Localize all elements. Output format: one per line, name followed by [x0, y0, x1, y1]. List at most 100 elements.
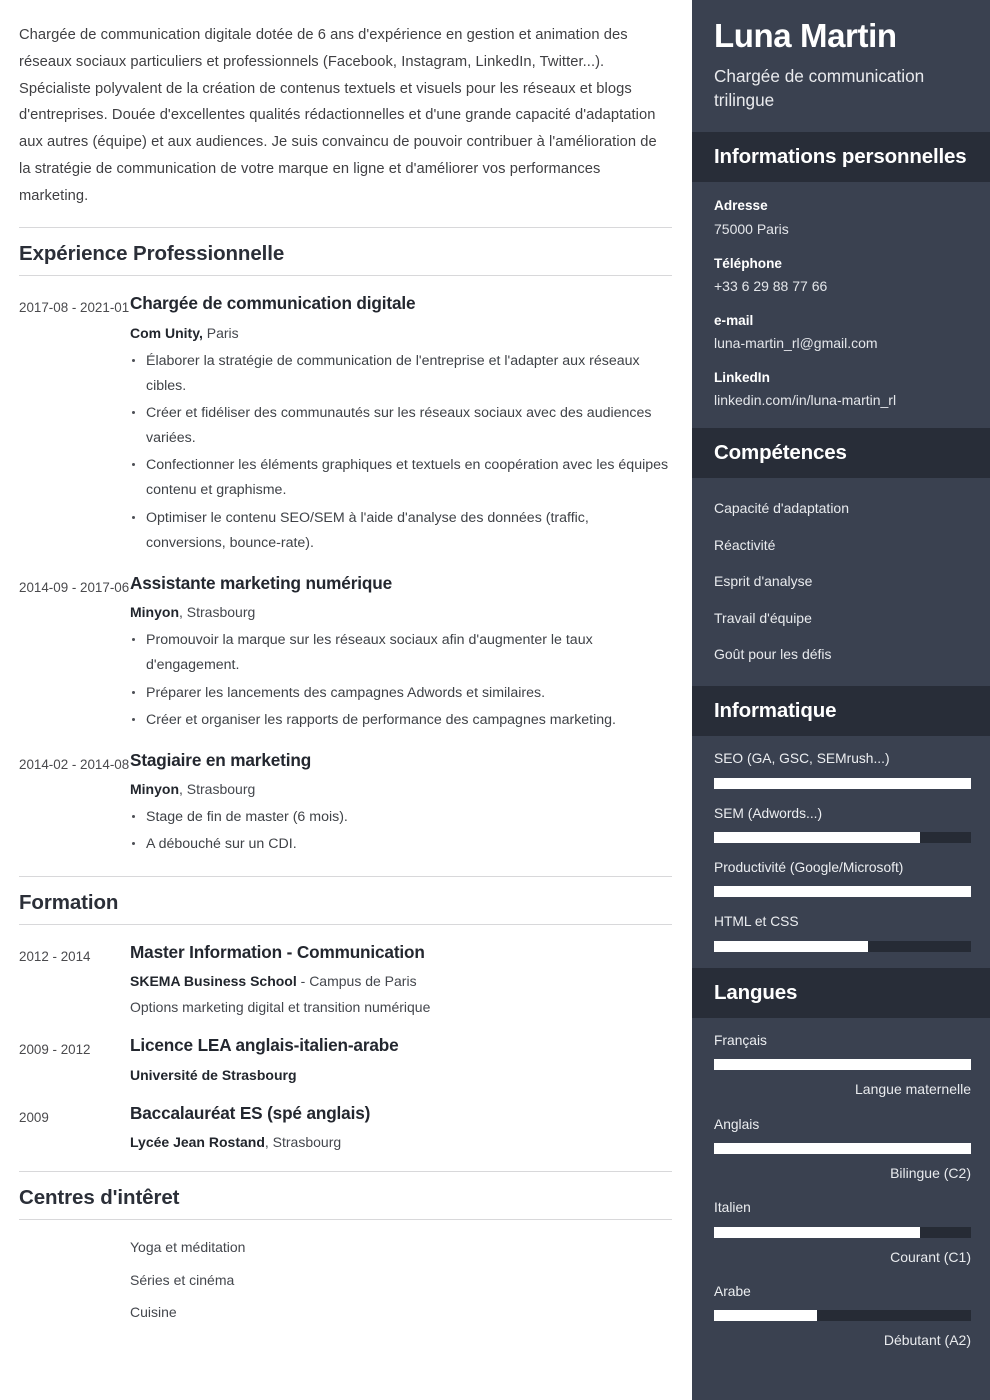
- entry-body: Baccalauréat ES (spé anglais) Lycée Jean…: [130, 1103, 672, 1154]
- formation-section: Formation 2012 - 2014 Master Information…: [19, 875, 672, 1154]
- language-item: Français Langue maternelle: [714, 1030, 971, 1100]
- interest-item: Yoga et méditation: [19, 1236, 672, 1258]
- candidate-job-title: Chargée de communication trilingue: [714, 65, 925, 110]
- entry-school: Université de Strasbourg: [130, 1065, 672, 1086]
- language-bar-track: [714, 1142, 971, 1154]
- formation-entry: 2009 Baccalauréat ES (spé anglais) Lycée…: [19, 1103, 672, 1154]
- language-bar-fill: [714, 1310, 817, 1322]
- language-item: Anglais Bilingue (C2): [714, 1114, 971, 1184]
- language-bar-track: [714, 1059, 971, 1071]
- entry-school-name: Lycée Jean Rostand: [130, 1134, 265, 1151]
- entry-organization-location: , Strasbourg: [179, 604, 256, 621]
- contact-value[interactable]: luna-martin_rl@gmail.com: [714, 332, 970, 355]
- formation-entry: 2009 - 2012 Licence LEA anglais-italien-…: [19, 1035, 672, 1086]
- entry-date: 2014-02 - 2014-08: [19, 756, 130, 772]
- experience-section: Expérience Professionnelle 2017-08 - 202…: [19, 227, 672, 857]
- entry-organization: Minyon, Strasbourg: [130, 779, 672, 800]
- sidebar: Luna Martin Chargée de communication tri…: [692, 0, 990, 1400]
- it-skill-item: SEM (Adwords...): [714, 803, 971, 844]
- entry-bullet-list: Promouvoir la marque sur les réseaux soc…: [130, 628, 672, 733]
- entry-bullet: Élaborer la stratégie de communication d…: [130, 349, 672, 399]
- languages-title: Langues: [692, 967, 990, 1018]
- interest-spacer: [19, 1236, 130, 1258]
- formation-section-title: Formation: [19, 875, 672, 925]
- skill-item: Capacité d'adaptation: [714, 500, 849, 517]
- it-skill-item: SEO (GA, GSC, SEMrush...): [714, 748, 971, 789]
- entry-bullet-list: Élaborer la stratégie de communication d…: [130, 349, 672, 556]
- it-skill-bar-fill: [714, 886, 971, 898]
- it-skill-label: SEO (GA, GSC, SEMrush...): [714, 751, 890, 767]
- language-level-caption: Débutant (A2): [883, 1332, 971, 1349]
- experience-entry: 2014-02 - 2014-08 Stagiaire en marketing…: [19, 750, 672, 858]
- it-skill-bar-track: [714, 886, 971, 898]
- it-skill-label: SEM (Adwords...): [714, 805, 823, 821]
- entry-degree: Licence LEA anglais-italien-arabe: [130, 1035, 399, 1056]
- it-skill-label: HTML et CSS: [714, 914, 799, 930]
- it-skills-title: Informatique: [692, 686, 990, 737]
- entry-body: Master Information - Communication SKEMA…: [130, 942, 672, 1019]
- language-bar-fill: [714, 1059, 971, 1071]
- entry-bullet-list: Stage de fin de master (6 mois). A débou…: [130, 805, 672, 857]
- language-bar-track: [714, 1226, 971, 1238]
- experience-section-title: Expérience Professionnelle: [19, 227, 672, 277]
- interests-section: Centres d'intêret Yoga et méditation Sér…: [19, 1171, 672, 1323]
- language-label: Anglais: [714, 1116, 760, 1132]
- profile-summary: Chargée de communication digitale dotée …: [19, 27, 657, 204]
- entry-bullet: Promouvoir la marque sur les réseaux soc…: [130, 628, 672, 678]
- interest-spacer: [19, 1269, 130, 1291]
- language-item: Italien Courant (C1): [714, 1197, 971, 1267]
- entry-degree: Master Information - Communication: [130, 941, 425, 962]
- interest-label: Cuisine: [130, 1304, 177, 1321]
- contact-item-phone: Téléphone +33 6 29 88 77 66: [714, 252, 970, 298]
- entry-date: 2012 - 2014: [19, 948, 91, 964]
- entry-organization-location: , Strasbourg: [179, 781, 256, 798]
- entry-bullet: Optimiser le contenu SEO/SEM à l'aide d'…: [130, 506, 672, 556]
- entry-date: 2009: [19, 1109, 49, 1125]
- entry-options: Options marketing digital et transition …: [130, 999, 431, 1015]
- contact-value[interactable]: linkedin.com/in/luna-martin_rl: [714, 389, 970, 412]
- entry-organization-name: Minyon: [130, 604, 179, 621]
- contact-value[interactable]: +33 6 29 88 77 66: [714, 275, 970, 298]
- personal-info-title: Informations personnelles: [692, 132, 990, 183]
- entry-school-campus: - Campus de Paris: [296, 973, 417, 989]
- experience-entry: 2014-09 - 2017-06 Assistante marketing n…: [19, 573, 672, 733]
- entry-date: 2014-09 - 2017-06: [19, 579, 130, 595]
- entry-school: SKEMA Business School - Campus de Paris: [130, 971, 672, 992]
- entry-body: Assistante marketing numérique Minyon, S…: [130, 573, 672, 733]
- interest-label: Yoga et méditation: [130, 1239, 246, 1256]
- it-skills-body: SEO (GA, GSC, SEMrush...) SEM (Adwords..…: [692, 736, 990, 968]
- contact-item-linkedin: LinkedIn linkedin.com/in/luna-martin_rl: [714, 366, 970, 412]
- it-skill-bar-track: [714, 832, 971, 844]
- candidate-name: Luna Martin: [714, 17, 897, 54]
- entry-organization-location: Paris: [202, 324, 239, 341]
- language-item: Arabe Débutant (A2): [714, 1281, 971, 1351]
- contact-item-email: e-mail luna-martin_rl@gmail.com: [714, 309, 970, 355]
- entry-bullet: Créer et fidéliser des communautés sur l…: [130, 401, 672, 451]
- personal-info-body: Adresse 75000 Paris Téléphone +33 6 29 8…: [692, 182, 990, 429]
- it-skill-bar-track: [714, 777, 971, 789]
- interest-item: Cuisine: [19, 1301, 672, 1323]
- entry-role: Chargée de communication digitale: [130, 293, 416, 314]
- formation-entry: 2012 - 2014 Master Information - Communi…: [19, 942, 672, 1019]
- it-skill-item: Productivité (Google/Microsoft): [714, 857, 971, 898]
- language-bar-fill: [714, 1226, 920, 1238]
- interest-spacer: [19, 1301, 130, 1323]
- contact-label: Adresse: [714, 198, 768, 214]
- entry-degree: Baccalauréat ES (spé anglais): [130, 1102, 371, 1123]
- it-skill-bar-fill: [714, 940, 869, 952]
- entry-school-name: Université de Strasbourg: [130, 1066, 297, 1083]
- entry-bullet: Confectionner les éléments graphiques et…: [130, 453, 672, 503]
- entry-school-campus: , Strasbourg: [264, 1134, 342, 1151]
- interest-item: Séries et cinéma: [19, 1269, 672, 1291]
- language-bar-fill: [714, 1142, 971, 1154]
- entry-date: 2017-08 - 2021-01: [19, 300, 130, 316]
- it-skill-item: HTML et CSS: [714, 911, 971, 952]
- it-skill-label: Productivité (Google/Microsoft): [714, 860, 904, 876]
- sidebar-header: Luna Martin Chargée de communication tri…: [692, 0, 990, 133]
- entry-date: 2009 - 2012: [19, 1042, 91, 1058]
- skill-item: Réactivité: [714, 536, 776, 553]
- contact-label: LinkedIn: [714, 370, 770, 386]
- language-level-caption: Bilingue (C2): [890, 1164, 971, 1181]
- entry-organization-name: Minyon: [130, 781, 179, 798]
- skill-item: Esprit d'analyse: [714, 573, 813, 590]
